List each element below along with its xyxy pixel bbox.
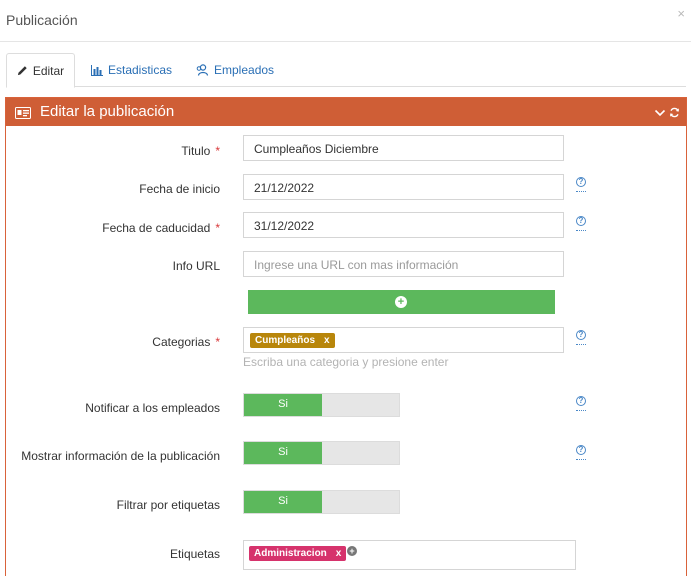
bar-chart-icon <box>91 64 103 76</box>
fecha-inicio-label: Fecha de inicio <box>139 182 220 196</box>
filtrar-toggle[interactable]: Si <box>243 490 400 514</box>
help-icon[interactable]: ? <box>576 216 586 231</box>
info-url-input[interactable]: Ingrese una URL con mas información <box>243 251 564 277</box>
help-icon[interactable]: ? <box>576 330 586 345</box>
id-card-icon <box>15 106 31 124</box>
fecha-caducidad-label-text: Fecha de caducidad <box>102 221 211 235</box>
tab-editar-label: Editar <box>32 63 65 78</box>
titulo-label: Titulo * <box>181 144 220 158</box>
help-icon[interactable]: ? <box>576 396 586 411</box>
modal-title: Publicación <box>6 12 78 28</box>
etiquetas-label: Etiquetas <box>169 547 220 561</box>
plus-circle-icon: + <box>395 296 407 308</box>
mostrar-info-toggle[interactable]: Si <box>243 441 400 465</box>
modal-header: Publicación × <box>0 0 691 42</box>
tab-estadisticas-label: Estadisticas <box>108 63 173 77</box>
notificar-toggle[interactable]: Si <box>243 393 400 417</box>
help-icon[interactable]: ? <box>576 445 586 460</box>
chevron-down-icon[interactable] <box>654 105 666 123</box>
add-url-button[interactable]: + <box>248 290 555 314</box>
add-tag-icon[interactable]: + <box>347 546 357 556</box>
help-icon[interactable]: ? <box>576 177 586 192</box>
categorias-label: Categorias * <box>152 335 220 349</box>
fecha-caducidad-label: Fecha de caducidad * <box>102 221 220 235</box>
tag-remove-icon[interactable]: x <box>324 335 330 346</box>
tab-estadisticas[interactable]: Estadisticas <box>91 53 172 87</box>
required-marker: * <box>215 221 220 235</box>
category-tag-text: Cumpleaños <box>255 335 316 346</box>
filtrar-label: Filtrar por etiquetas <box>116 498 220 512</box>
tag-remove-icon[interactable]: x <box>336 548 342 559</box>
required-marker: * <box>215 335 220 349</box>
panel-tools <box>654 105 680 123</box>
fecha-caducidad-input[interactable]: 31/12/2022 <box>243 212 564 238</box>
required-marker: * <box>215 144 220 158</box>
users-icon <box>196 64 209 76</box>
etiquetas-input[interactable]: Administracion x + <box>243 540 576 570</box>
tab-editar[interactable]: Editar <box>6 53 75 88</box>
toggle-on-state: Si <box>244 442 322 464</box>
category-tag: Cumpleaños x <box>250 333 335 348</box>
toggle-on-state: Si <box>244 394 322 416</box>
tab-empleados[interactable]: Empleados <box>196 53 274 87</box>
close-icon[interactable]: × <box>677 6 685 21</box>
label-tag: Administracion x <box>249 546 347 561</box>
toggle-on-state: Si <box>244 491 322 513</box>
panel-header: Editar la publicación <box>6 98 686 126</box>
notificar-label: Notificar a los empleados <box>85 401 220 415</box>
mostrar-info-label: Mostrar información de la publicación <box>21 449 220 463</box>
categorias-label-text: Categorias <box>152 335 211 349</box>
pencil-icon <box>17 65 28 76</box>
panel-title: Editar la publicación <box>40 103 175 120</box>
tab-bar: Editar Estadisticas Empleados <box>6 53 686 88</box>
info-url-label: Info URL <box>172 259 220 273</box>
categorias-input[interactable]: Cumpleaños x <box>243 327 564 353</box>
tab-empleados-label: Empleados <box>214 63 275 77</box>
titulo-input[interactable]: Cumpleaños Diciembre <box>243 135 564 161</box>
label-tag-text: Administracion <box>254 548 327 559</box>
titulo-label-text: Titulo <box>181 144 211 158</box>
fecha-inicio-input[interactable]: 21/12/2022 <box>243 174 564 200</box>
categorias-hint: Escriba una categoria y presione enter <box>243 355 449 369</box>
refresh-icon[interactable] <box>669 105 680 123</box>
